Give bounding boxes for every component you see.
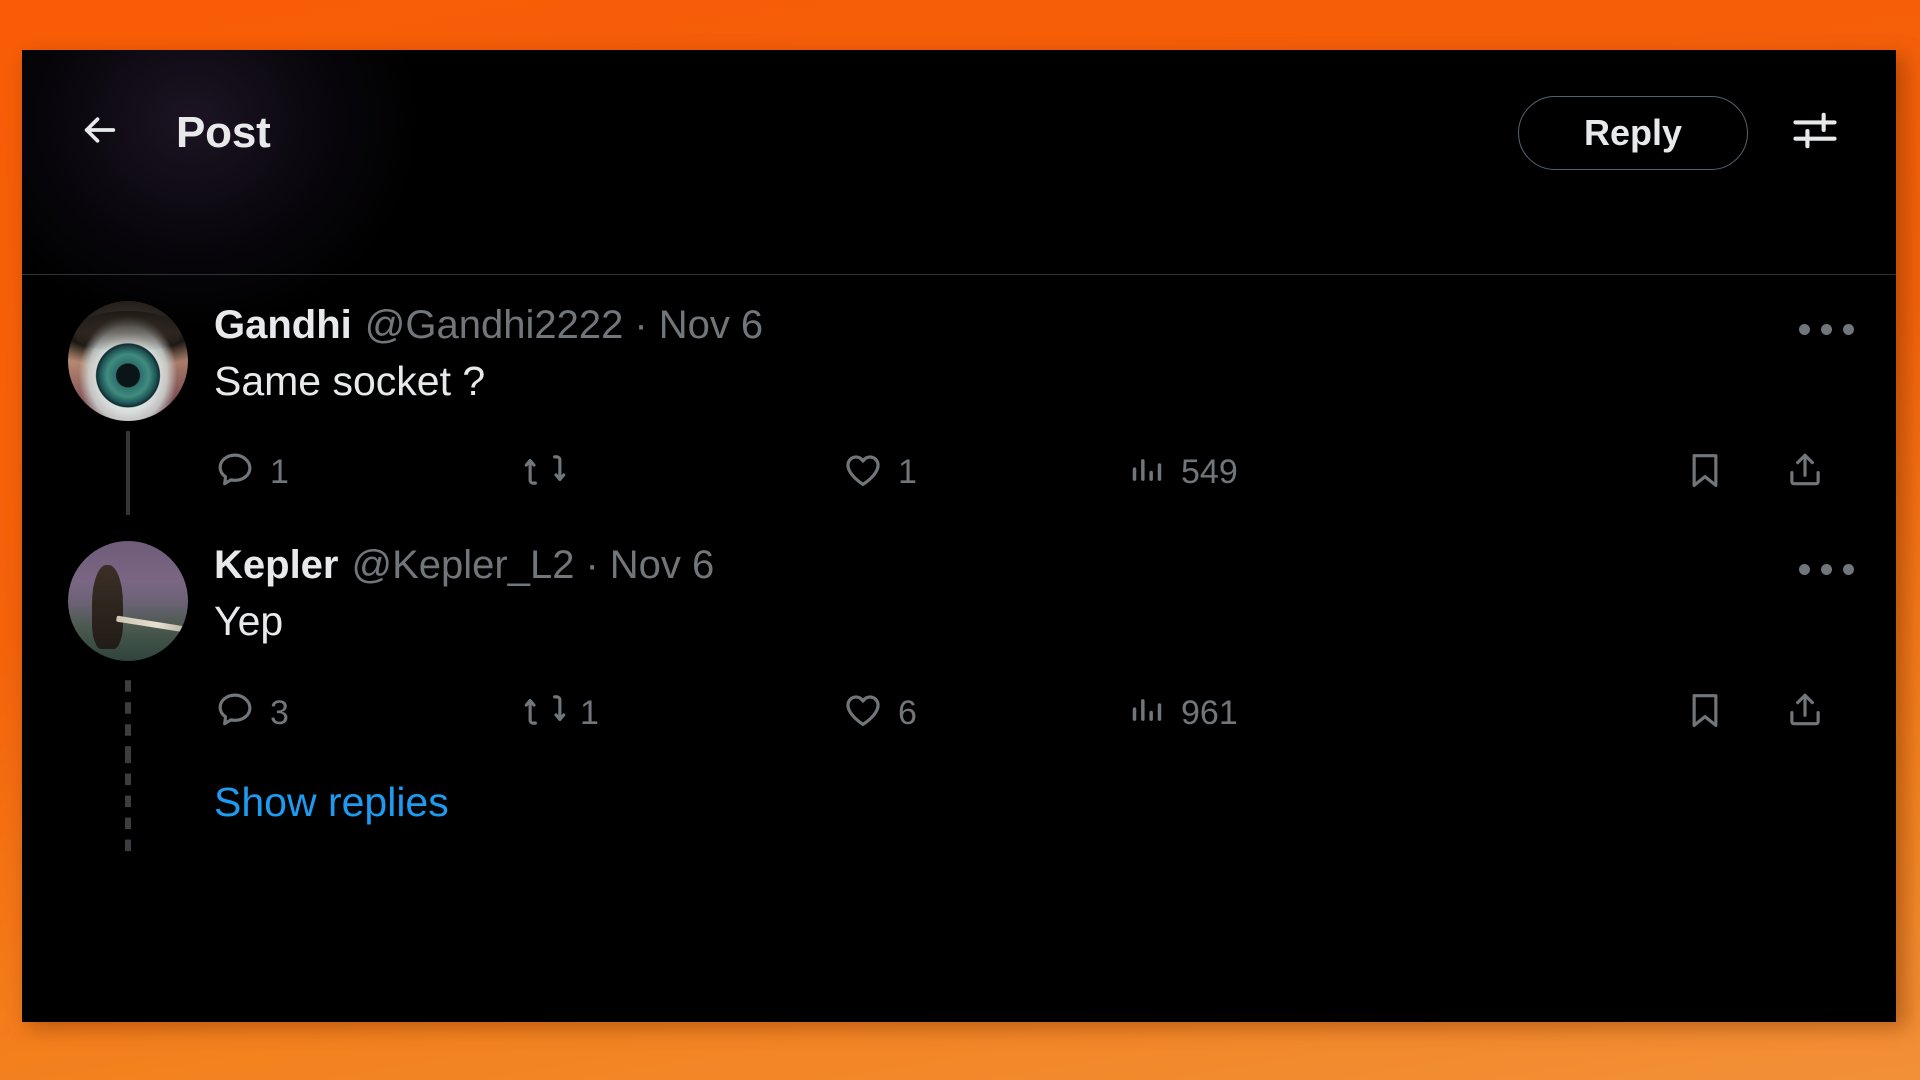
separator-dot: · xyxy=(585,543,599,588)
heart-icon xyxy=(842,689,884,736)
like-count: 1 xyxy=(898,453,917,492)
post-more-menu-button[interactable] xyxy=(1796,305,1856,353)
page-title: Post xyxy=(176,107,271,157)
reply-action[interactable]: 1 xyxy=(214,449,524,496)
share-action[interactable] xyxy=(1784,689,1854,736)
retweet-icon xyxy=(524,689,566,736)
avatar[interactable] xyxy=(68,301,188,421)
timeline-settings-button[interactable] xyxy=(1780,98,1850,168)
back-button[interactable] xyxy=(68,101,132,165)
post-item[interactable]: Kepler @Kepler_L2 · Nov 6 Yep 3 1 6 961 xyxy=(22,515,1896,756)
conversation-timeline: Gandhi @Gandhi2222 · Nov 6 Same socket ? xyxy=(22,275,1896,858)
post-left-column xyxy=(62,541,194,756)
post-content: Gandhi @Gandhi2222 · Nov 6 Same socket ? xyxy=(194,301,1856,515)
author-handle[interactable]: @Kepler_L2 xyxy=(352,541,575,589)
author-display-name[interactable]: Kepler xyxy=(214,541,339,589)
reply-button[interactable]: Reply xyxy=(1518,95,1748,170)
show-replies-row[interactable]: Show replies xyxy=(22,755,1896,858)
post-header: Gandhi @Gandhi2222 · Nov 6 xyxy=(214,301,1856,349)
author-handle[interactable]: @Gandhi2222 xyxy=(365,301,624,349)
ellipsis-icon xyxy=(1798,563,1854,575)
arrow-left-icon xyxy=(80,110,120,155)
share-action[interactable] xyxy=(1784,449,1854,496)
reply-action[interactable]: 3 xyxy=(214,689,524,736)
sliders-icon xyxy=(1789,104,1841,161)
views-action[interactable]: 961 xyxy=(1127,690,1684,735)
views-count: 961 xyxy=(1181,693,1238,732)
like-action[interactable]: 6 xyxy=(842,689,1127,736)
reply-count: 1 xyxy=(270,453,289,492)
post-header: Kepler @Kepler_L2 · Nov 6 xyxy=(214,541,1856,589)
post-date[interactable]: Nov 6 xyxy=(659,301,764,349)
bookmark-action[interactable] xyxy=(1684,449,1784,496)
reply-count: 3 xyxy=(270,693,289,732)
show-replies-left-column xyxy=(62,755,194,858)
share-icon xyxy=(1784,449,1826,496)
thread-connector-dotted xyxy=(125,755,131,858)
repost-action[interactable]: 1 xyxy=(524,689,842,736)
retweet-icon xyxy=(524,449,566,496)
show-replies-link[interactable]: Show replies xyxy=(194,756,449,857)
post-content: Kepler @Kepler_L2 · Nov 6 Yep 3 1 6 961 xyxy=(194,541,1856,755)
bookmark-icon xyxy=(1684,689,1726,736)
analytics-icon xyxy=(1127,690,1167,735)
avatar[interactable] xyxy=(68,541,188,662)
thread-connector xyxy=(125,671,131,756)
app-header: Post Reply xyxy=(22,50,1896,330)
post-left-column xyxy=(62,301,194,516)
repost-count: 1 xyxy=(580,693,599,732)
analytics-icon xyxy=(1127,450,1167,495)
ellipsis-icon xyxy=(1798,323,1854,335)
views-action[interactable]: 549 xyxy=(1127,450,1684,495)
views-count: 549 xyxy=(1181,453,1238,492)
post-more-menu-button[interactable] xyxy=(1796,545,1856,593)
author-display-name[interactable]: Gandhi xyxy=(214,301,352,349)
like-action[interactable]: 1 xyxy=(842,449,1127,496)
post-text: Same socket ? xyxy=(214,358,486,404)
comment-icon xyxy=(214,449,256,496)
heart-icon xyxy=(842,449,884,496)
thread-connector xyxy=(126,431,130,516)
post-text: Yep xyxy=(214,598,284,645)
post-actions: 3 1 6 961 xyxy=(214,678,1854,748)
like-count: 6 xyxy=(898,693,917,732)
bookmark-action[interactable] xyxy=(1684,689,1784,736)
share-icon xyxy=(1784,689,1826,736)
repost-action[interactable] xyxy=(524,449,842,496)
twitter-post-window: Post Reply Gandhi @Gandhi2222 · Nov 6 Sa… xyxy=(22,50,1896,1022)
bookmark-icon xyxy=(1684,449,1726,496)
comment-icon xyxy=(214,689,256,736)
separator-dot: · xyxy=(634,303,648,347)
post-item[interactable]: Gandhi @Gandhi2222 · Nov 6 Same socket ? xyxy=(22,275,1896,516)
post-date[interactable]: Nov 6 xyxy=(610,541,715,589)
post-actions: 1 1 549 xyxy=(214,437,1854,507)
